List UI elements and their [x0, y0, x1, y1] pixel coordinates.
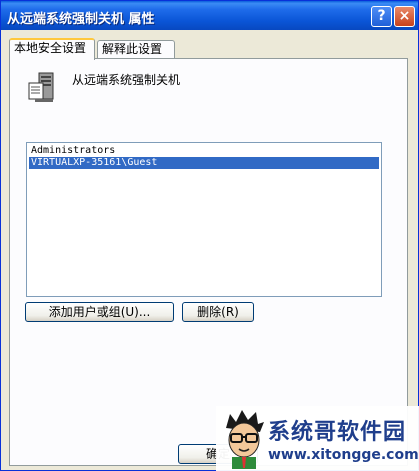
- mascot-face-icon: [226, 410, 264, 469]
- window-title: 从远端系统强制关机 属性: [7, 12, 155, 27]
- watermark-name: 系统哥软件园: [268, 420, 407, 445]
- add-user-or-group-button[interactable]: 添加用户或组(U)...: [25, 302, 174, 322]
- close-button[interactable]: ×: [394, 6, 415, 27]
- account-list[interactable]: Administrators VIRTUALXP-35161\Guest: [26, 142, 382, 297]
- remove-button[interactable]: 删除(R): [182, 302, 254, 322]
- tab-local-security-setting[interactable]: 本地安全设置: [9, 38, 95, 60]
- tab-panel: 从远端系统强制关机 Administrators VIRTUALXP-35161…: [9, 58, 408, 466]
- policy-title: 从远端系统强制关机: [72, 73, 181, 87]
- help-button[interactable]: ?: [371, 6, 392, 27]
- site-watermark: 系统哥软件园 www.xitongge.com: [216, 406, 419, 471]
- properties-dialog: 从远端系统强制关机 属性 ? × 本地安全设置 解释此设置 从远端系统强制关机 …: [0, 0, 419, 471]
- title-bar[interactable]: 从远端系统强制关机 属性 ? ×: [1, 1, 418, 30]
- tab-explain-setting[interactable]: 解释此设置: [97, 40, 175, 59]
- policy-server-icon: [28, 72, 54, 102]
- watermark-url: www.xitongge.com: [268, 447, 419, 463]
- list-item[interactable]: Administrators: [29, 145, 117, 157]
- list-item-selected[interactable]: VIRTUALXP-35161\Guest: [29, 157, 379, 169]
